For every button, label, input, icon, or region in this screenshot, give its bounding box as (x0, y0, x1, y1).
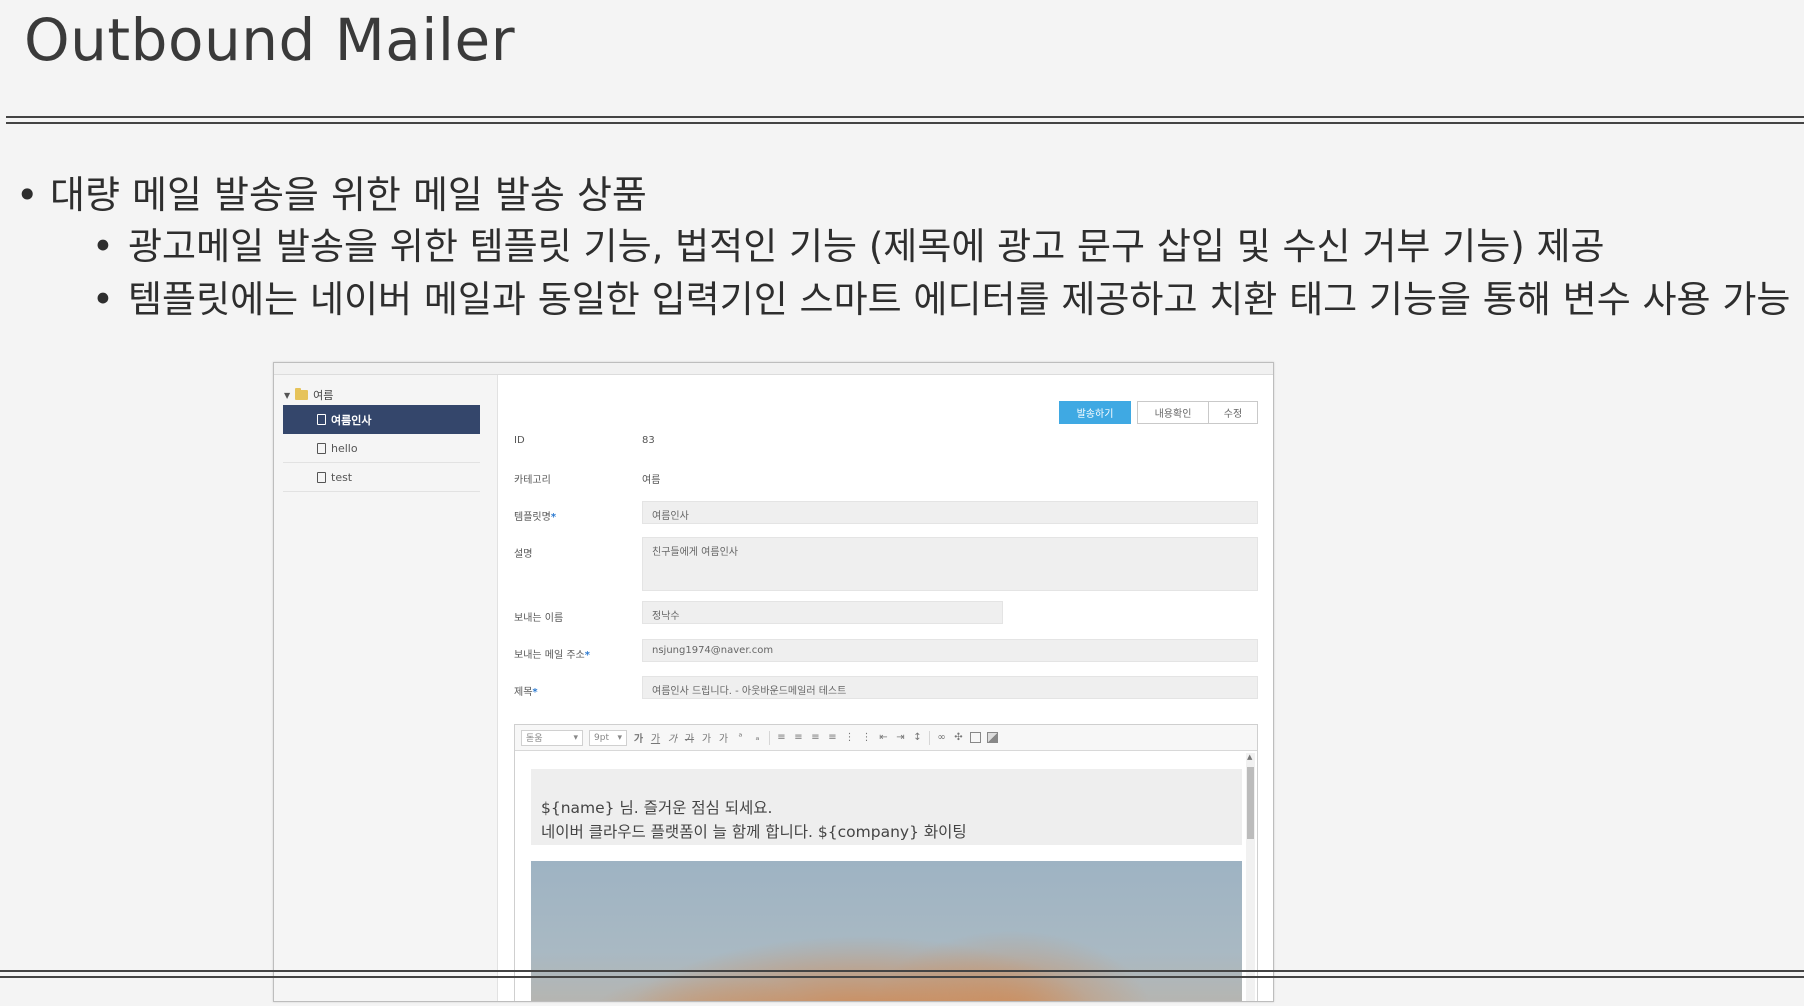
document-icon (317, 471, 326, 483)
editor-toolbar: 돋움 ▾ 9pt ▾ 가 가 가 가 가 가 ᵃ ₐ ≡ ≡ ≡ ≡ ⋮ ⋮ ⇤ ⇥… (515, 725, 1257, 751)
chevron-down-icon: ▾ (573, 732, 578, 743)
tree-item-summer-greeting[interactable]: 여름인사 (283, 405, 480, 434)
category-label: 카테고리 (514, 475, 551, 486)
align-center-icon[interactable]: ≡ (793, 732, 804, 743)
label-text: 템플릿명 (514, 512, 551, 523)
editor-scrollbar[interactable]: ▲ ▼ (1246, 753, 1255, 1001)
description-label: 설명 (514, 549, 533, 560)
slide-title: Outbound Mailer (24, 6, 516, 74)
template-name-field[interactable]: 여름인사 (642, 501, 1258, 524)
link-icon[interactable]: ∞ (936, 732, 947, 743)
subject-field[interactable]: 여름인사 드립니다. - 아웃바운드메일러 테스트 (642, 676, 1258, 699)
caret-down-icon[interactable]: ▼ (284, 391, 290, 400)
scroll-thumb[interactable] (1247, 767, 1254, 839)
chevron-down-icon: ▾ (617, 732, 622, 743)
sender-email-label: 보내는 메일 주소* (514, 646, 590, 661)
template-sidebar: ▼ 여름 여름인사 hello test (274, 375, 498, 1001)
align-justify-icon[interactable]: ≡ (827, 732, 838, 743)
superscript-icon[interactable]: ᵃ (735, 732, 746, 743)
footer-divider (0, 970, 1804, 978)
tree-item-hello[interactable]: hello (283, 434, 480, 463)
strikethrough-icon[interactable]: 가 (684, 730, 695, 745)
bullet-dot: • (92, 225, 114, 268)
subject-label: 제목* (514, 683, 538, 698)
font-color-icon[interactable]: 가 (701, 730, 712, 745)
scroll-up-icon[interactable]: ▲ (1247, 753, 1252, 761)
bullet-dot: • (92, 278, 114, 321)
bullet-text: 템플릿에는 네이버 메일과 동일한 입력기인 스마트 에디터를 제공하고 치환 … (128, 278, 1791, 321)
font-select[interactable]: 돋움 ▾ (521, 729, 583, 746)
bullet-list-icon[interactable]: ⋮ (861, 732, 872, 743)
document-icon (317, 414, 326, 425)
special-char-icon[interactable]: ✣ (953, 732, 964, 743)
indent-icon[interactable]: ⇥ (895, 732, 906, 743)
font-select-value: 돋움 (526, 734, 543, 744)
underline-icon[interactable]: 가 (650, 730, 661, 745)
italic-icon[interactable]: 가 (667, 730, 678, 745)
line-height-icon[interactable]: ↕ (912, 732, 923, 743)
app-screenshot: ▼ 여름 여름인사 hello test 발송하기 내용확인 수정 ID 83 … (273, 362, 1274, 1002)
label-text: 제목 (514, 687, 533, 698)
tree-item-label: test (331, 470, 353, 484)
tree-item-label: 여름인사 (331, 413, 372, 427)
sender-name-field[interactable]: 정낙수 (642, 601, 1003, 624)
ordered-list-icon[interactable]: ⋮ (844, 732, 855, 743)
bullet-text: 대량 메일 발송을 위한 메일 발송 상품 (50, 173, 647, 217)
image-icon[interactable] (987, 732, 998, 743)
outdent-icon[interactable]: ⇤ (878, 732, 889, 743)
template-detail: 발송하기 내용확인 수정 ID 83 카테고리 여름 템플릿명* 여름인사 설명… (498, 375, 1273, 1001)
sub-bullet-item: • 광고메일 발송을 위한 템플릿 기능, 법적인 기능 (제목에 광고 문구 삽… (16, 220, 1790, 273)
send-button[interactable]: 발송하기 (1059, 401, 1131, 424)
description-field[interactable]: 친구들에게 여름인사 (642, 537, 1258, 591)
size-select-value: 9pt (594, 732, 609, 743)
align-left-icon[interactable]: ≡ (776, 732, 787, 743)
id-value: 83 (642, 435, 655, 446)
editor-line: 네이버 클라우드 플랫폼이 늘 함께 합니다. ${company} 화이팅 (541, 823, 967, 841)
view-content-button[interactable]: 내용확인 (1137, 401, 1209, 424)
editor-image (531, 861, 1242, 1001)
bullet-text: 광고메일 발송을 위한 템플릿 기능, 법적인 기능 (제목에 광고 문구 삽입… (128, 225, 1605, 268)
tree-folder[interactable]: ▼ 여름 (284, 387, 333, 403)
editor-canvas[interactable]: ${name} 님. 즐거운 점심 되세요. 네이버 클라우드 플랫폼이 늘 함… (531, 769, 1242, 1001)
smart-editor: 돋움 ▾ 9pt ▾ 가 가 가 가 가 가 ᵃ ₐ ≡ ≡ ≡ ≡ ⋮ ⋮ ⇤ ⇥… (514, 724, 1258, 1001)
bullet-dot: • (16, 173, 39, 217)
folder-icon (295, 388, 309, 400)
editor-greeting: ${name} 님. 즐거운 점심 되세요. 네이버 클라우드 플랫폼이 늘 함… (531, 769, 1242, 845)
sender-name-label: 보내는 이름 (514, 613, 564, 624)
folder-label: 여름 (313, 389, 334, 402)
size-select[interactable]: 9pt ▾ (589, 729, 627, 746)
tree-item-test[interactable]: test (283, 463, 480, 492)
window-top-strip (274, 363, 1273, 375)
label-text: 보내는 메일 주소 (514, 650, 585, 661)
table-icon[interactable] (970, 732, 981, 743)
align-right-icon[interactable]: ≡ (810, 732, 821, 743)
sender-email-field[interactable]: nsjung1974@naver.com (642, 639, 1258, 662)
bullet-item: • 대량 메일 발송을 위한 메일 발송 상품 (16, 170, 1790, 220)
required-mark: * (550, 512, 557, 523)
tree-item-label: hello (331, 441, 358, 455)
title-divider (6, 116, 1804, 124)
bold-icon[interactable]: 가 (633, 730, 644, 745)
editor-line: ${name} 님. 즐거운 점심 되세요. (541, 799, 773, 817)
required-mark: * (584, 650, 590, 661)
toolbar-divider (769, 730, 770, 745)
required-mark: * (532, 687, 538, 698)
bullet-list: • 대량 메일 발송을 위한 메일 발송 상품 • 광고메일 발송을 위한 템플릿 … (16, 170, 1790, 326)
document-icon (317, 442, 326, 454)
id-label: ID (514, 435, 525, 446)
toolbar-divider (929, 730, 930, 745)
sub-bullet-item: • 템플릿에는 네이버 메일과 동일한 입력기인 스마트 에디터를 제공하고 치환… (16, 273, 1790, 326)
subscript-icon[interactable]: ₐ (752, 732, 763, 743)
template-name-label: 템플릿명* (514, 508, 556, 523)
category-value: 여름 (642, 475, 661, 486)
edit-button[interactable]: 수정 (1209, 401, 1258, 424)
background-color-icon[interactable]: 가 (718, 730, 729, 745)
